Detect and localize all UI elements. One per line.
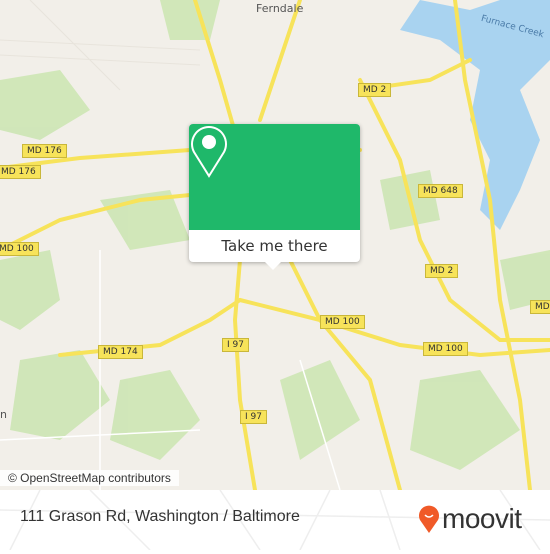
route-shield: MD 174: [98, 345, 143, 359]
moovit-logo[interactable]: moovit: [418, 503, 522, 535]
popup-pointer: [265, 262, 281, 270]
route-shield: MD 648: [418, 184, 463, 198]
route-shield: MD 100: [0, 242, 39, 256]
map-attribution[interactable]: © OpenStreetMap contributors: [0, 470, 179, 486]
route-shield: MD 2: [425, 264, 459, 278]
route-shield: I 97: [240, 410, 267, 424]
route-shield: MD 2: [358, 83, 392, 97]
route-shield: MD 176: [22, 144, 67, 158]
route-shield: I 97: [222, 338, 249, 352]
route-shield: MD 100: [320, 315, 365, 329]
map-pin-icon: [191, 126, 227, 178]
place-label: n: [0, 408, 7, 421]
moovit-pin-icon: [419, 505, 439, 533]
route-shield: MD 2: [530, 300, 550, 314]
place-label: Ferndale: [256, 2, 304, 15]
location-popup: Take me there: [189, 124, 360, 270]
route-shield: MD 176: [0, 165, 41, 179]
take-me-there-button[interactable]: Take me there: [189, 230, 360, 262]
moovit-wordmark: moovit: [442, 503, 522, 534]
popup-header: [189, 124, 360, 230]
route-shield: MD 100: [423, 342, 468, 356]
address-text: 111 Grason Rd, Washington / Baltimore: [20, 508, 300, 525]
map[interactable]: Ferndale Furnace Creek n MD 2 MD 176 MD …: [0, 0, 550, 490]
